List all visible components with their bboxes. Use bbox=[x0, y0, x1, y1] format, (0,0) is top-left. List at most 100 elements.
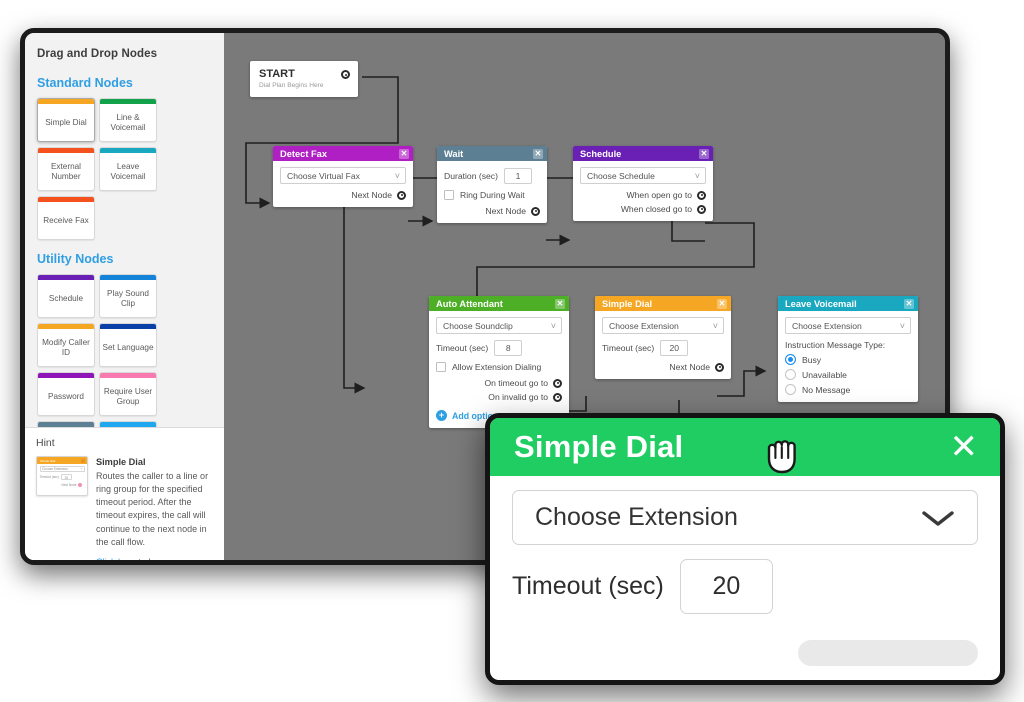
modal-extension-value: Choose Extension bbox=[535, 503, 738, 531]
simple-dial-timeout-row: Timeout (sec) 20 bbox=[602, 340, 724, 356]
start-node-title: START bbox=[259, 68, 295, 80]
wait-duration-label: Duration (sec) bbox=[444, 171, 498, 181]
palette-scroll-area[interactable]: Drag and Drop Nodes Standard Nodes Simpl… bbox=[25, 33, 224, 427]
modal-action-button[interactable] bbox=[798, 640, 978, 666]
palette-node-receive-fax[interactable]: Receive Fax bbox=[37, 196, 95, 240]
close-icon[interactable]: ✕ bbox=[533, 148, 543, 159]
hint-thumb-select: Choose Extension ˅ bbox=[39, 466, 85, 472]
detect-fax-next-row: Next Node bbox=[280, 190, 406, 200]
leave-voicemail-group-label: Instruction Message Type: bbox=[785, 340, 886, 350]
hint-panel: Hint Simple Dial Choose Extension ˅ Time… bbox=[25, 427, 224, 560]
simple-dial-title: Simple Dial bbox=[602, 298, 653, 309]
radio-no-message[interactable] bbox=[785, 384, 796, 395]
palette-node-schedule[interactable]: Schedule bbox=[37, 274, 95, 318]
chevron-down-icon: ˅ bbox=[394, 170, 400, 181]
simple-dial-select[interactable]: Choose Extension ˅ bbox=[602, 317, 724, 334]
palette-node-label: Line & Voicemail bbox=[110, 112, 146, 132]
leave-voicemail-select[interactable]: Choose Extension ˅ bbox=[785, 317, 911, 334]
wait-duration-input[interactable]: 1 bbox=[503, 168, 532, 184]
palette-node-leave-voicemail[interactable]: Leave Voicemail bbox=[99, 147, 157, 191]
schedule-closed-port[interactable] bbox=[697, 204, 706, 214]
schedule-open-port[interactable] bbox=[697, 190, 706, 200]
simple-dial-next-row: Next Node bbox=[602, 362, 724, 372]
palette-title: Drag and Drop Nodes bbox=[37, 48, 158, 60]
leave-voicemail-option-unavailable[interactable]: Unavailable bbox=[785, 369, 911, 380]
palette-node-password[interactable]: Password bbox=[37, 372, 95, 416]
start-node-output-port[interactable] bbox=[341, 70, 350, 79]
flow-node-leave-voicemail[interactable]: Leave Voicemail ✕ Choose Extension ˅ Ins… bbox=[778, 296, 918, 402]
flow-node-simple-dial[interactable]: Simple Dial ✕ Choose Extension ˅ Timeout… bbox=[595, 296, 731, 379]
detect-fax-select[interactable]: Choose Virtual Fax ˅ bbox=[280, 167, 406, 184]
simple-dial-timeout-input[interactable]: 20 bbox=[660, 340, 689, 356]
auto-attendant-timeout-input[interactable]: 8 bbox=[494, 340, 523, 356]
detect-fax-title: Detect Fax bbox=[280, 148, 328, 159]
palette-group-utility: Schedule Play Sound Clip Modify Caller I… bbox=[37, 274, 214, 427]
simple-dial-select-value: Choose Extension bbox=[609, 320, 679, 331]
close-icon[interactable]: ✕ bbox=[399, 148, 409, 159]
hint-link-suffix: to learn more. bbox=[136, 556, 195, 565]
hint-learn-more-link[interactable]: Click here bbox=[96, 557, 136, 560]
hint-thumb-port-icon bbox=[78, 483, 82, 487]
leave-voicemail-option-busy[interactable]: Busy bbox=[785, 354, 911, 365]
palette-node-play-sound-clip[interactable]: Play Sound Clip bbox=[99, 274, 157, 318]
detect-fax-output-port[interactable] bbox=[397, 190, 406, 200]
schedule-title: Schedule bbox=[580, 148, 622, 159]
leave-voicemail-body: Choose Extension ˅ Instruction Message T… bbox=[778, 311, 918, 402]
radio-unavailable[interactable] bbox=[785, 369, 796, 380]
auto-attendant-title: Auto Attendant bbox=[436, 298, 503, 309]
modal-extension-select[interactable]: Choose Extension bbox=[512, 490, 978, 545]
simple-dial-modal[interactable]: Simple Dial ✕ Choose Extension Timeout (… bbox=[485, 413, 1005, 685]
palette-node-require-user-group[interactable]: Require User Group bbox=[99, 372, 157, 416]
leave-voicemail-option-no-message[interactable]: No Message bbox=[785, 384, 911, 395]
wait-output-port[interactable] bbox=[531, 206, 540, 216]
wait-next-row: Next Node bbox=[444, 206, 540, 216]
close-icon[interactable]: ✕ bbox=[699, 148, 709, 159]
simple-dial-header[interactable]: Simple Dial ✕ bbox=[595, 296, 731, 311]
flow-node-wait[interactable]: Wait ✕ Duration (sec) 1 Ring During Wait… bbox=[437, 146, 547, 223]
wait-ring-row[interactable]: Ring During Wait bbox=[444, 190, 540, 200]
flow-node-schedule[interactable]: Schedule ✕ Choose Schedule ˅ When open g… bbox=[573, 146, 713, 221]
auto-attendant-invalid-port[interactable] bbox=[553, 392, 562, 402]
start-node-text: START Dial Plan Begins Here bbox=[259, 68, 324, 89]
palette-node-set-language[interactable]: Set Language bbox=[99, 323, 157, 367]
palette-node-external-number[interactable]: External Number bbox=[37, 147, 95, 191]
auto-attendant-timeout-port[interactable] bbox=[553, 378, 562, 388]
ring-during-wait-checkbox[interactable] bbox=[444, 190, 454, 200]
leave-voicemail-header[interactable]: Leave Voicemail ✕ bbox=[778, 296, 918, 311]
chevron-down-icon: ˅ bbox=[712, 320, 718, 331]
hint-thumb-timeout-row: Timeout (sec) 20 bbox=[40, 474, 85, 480]
detect-fax-header[interactable]: Detect Fax ✕ bbox=[273, 146, 413, 161]
wait-header[interactable]: Wait ✕ bbox=[437, 146, 547, 161]
auto-attendant-body: Choose Soundclip ˅ Timeout (sec) 8 Allow… bbox=[429, 311, 569, 428]
flow-node-detect-fax[interactable]: Detect Fax ✕ Choose Virtual Fax ˅ Next N… bbox=[273, 146, 413, 207]
close-icon[interactable]: ✕ bbox=[904, 298, 914, 309]
palette-node-simple-dial[interactable]: Simple Dial bbox=[37, 98, 95, 142]
auto-attendant-header[interactable]: Auto Attendant ✕ bbox=[429, 296, 569, 311]
auto-attendant-timeout-goto-label: On timeout go to bbox=[484, 378, 548, 388]
flow-node-auto-attendant[interactable]: Auto Attendant ✕ Choose Soundclip ˅ Time… bbox=[429, 296, 569, 428]
simple-dial-output-port[interactable] bbox=[715, 362, 724, 372]
modal-close-icon[interactable]: ✕ bbox=[950, 430, 979, 464]
schedule-select[interactable]: Choose Schedule ˅ bbox=[580, 167, 706, 184]
auto-attendant-timeout-row: Timeout (sec) 8 bbox=[436, 340, 562, 356]
hint-thumb-next-row: Next Node bbox=[37, 482, 85, 488]
hint-node-thumbnail: Simple Dial Choose Extension ˅ Timeout (… bbox=[36, 456, 88, 496]
schedule-header[interactable]: Schedule ✕ bbox=[573, 146, 713, 161]
hint-thumb-timeout-value: 20 bbox=[60, 474, 72, 480]
palette-node-line-voicemail[interactable]: Line & Voicemail bbox=[99, 98, 157, 142]
modal-title: Simple Dial bbox=[514, 429, 684, 464]
auto-attendant-timeout-goto-row: On timeout go to bbox=[436, 378, 562, 388]
schedule-closed-label: When closed go to bbox=[620, 204, 692, 214]
close-icon[interactable]: ✕ bbox=[717, 298, 727, 309]
auto-attendant-select[interactable]: Choose Soundclip ˅ bbox=[436, 317, 562, 334]
auto-attendant-extension-row[interactable]: Allow Extension Dialing bbox=[436, 362, 562, 372]
close-icon[interactable]: ✕ bbox=[555, 298, 565, 309]
radio-busy[interactable] bbox=[785, 354, 796, 365]
start-node-subtitle: Dial Plan Begins Here bbox=[259, 82, 324, 89]
modal-timeout-input[interactable]: 20 bbox=[679, 559, 773, 614]
modal-header[interactable]: Simple Dial ✕ bbox=[490, 418, 1000, 476]
allow-extension-dialing-checkbox[interactable] bbox=[436, 362, 446, 372]
flow-node-start[interactable]: START Dial Plan Begins Here bbox=[250, 61, 358, 97]
hint-thumb-header: Simple Dial bbox=[37, 457, 87, 464]
palette-node-modify-caller-id[interactable]: Modify Caller ID bbox=[37, 323, 95, 367]
